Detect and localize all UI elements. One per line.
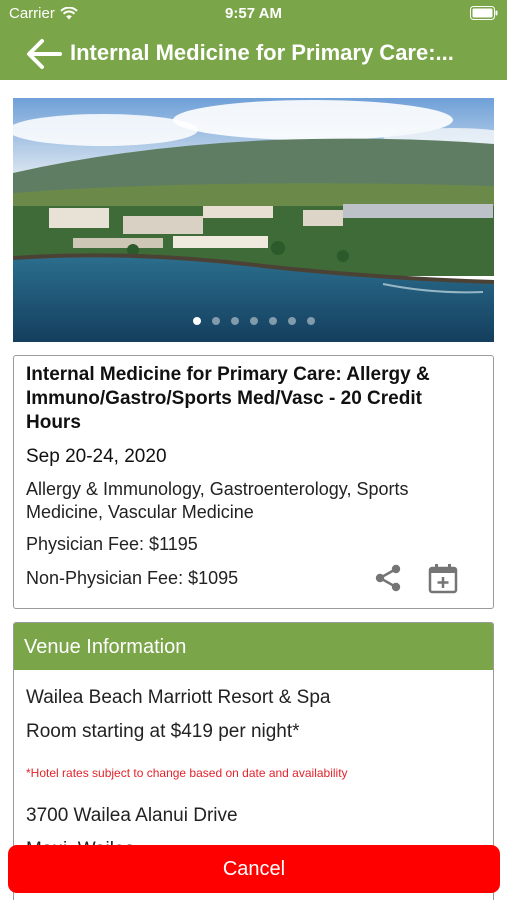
event-detail-screen: Carrier 9:57 AM Internal Medicine for Pr… xyxy=(0,0,507,900)
page-title: Internal Medicine for Primary Care:... xyxy=(70,40,454,65)
rate-disclaimer: *Hotel rates subject to change based on … xyxy=(26,766,348,780)
calendar-add-icon[interactable] xyxy=(427,562,459,594)
event-date: Sep 20-24, 2020 xyxy=(26,446,167,467)
battery-icon xyxy=(470,6,498,20)
carousel-dot[interactable] xyxy=(249,317,258,325)
nav-bar: Internal Medicine for Primary Care:... xyxy=(0,28,507,80)
event-specialties: Allergy & Immunology, Gastroenterology, … xyxy=(26,479,409,522)
carousel-dot[interactable] xyxy=(306,317,315,325)
top-bar: Carrier 9:57 AM Internal Medicine for Pr… xyxy=(0,0,507,80)
venue-address: 3700 Wailea Alanui Drive xyxy=(26,805,238,826)
cancel-button[interactable]: Cancel xyxy=(8,845,500,893)
carousel-dot[interactable] xyxy=(268,317,277,325)
carousel-dot[interactable] xyxy=(211,317,220,325)
carousel-dot[interactable] xyxy=(192,317,201,325)
carousel-dots xyxy=(13,317,494,325)
hero-carousel[interactable] xyxy=(13,98,494,342)
venue-name: Wailea Beach Marriott Resort & Spa xyxy=(26,687,331,708)
event-card: Internal Medicine for Primary Care: Alle… xyxy=(13,355,494,609)
carousel-dot[interactable] xyxy=(230,317,239,325)
carousel-dot[interactable] xyxy=(287,317,296,325)
venue-header: Venue Information xyxy=(14,623,493,670)
resort-photo xyxy=(13,98,494,342)
non-physician-fee: Non-Physician Fee: $1095 xyxy=(26,568,239,588)
physician-fee: Physician Fee: $1195 xyxy=(26,534,198,554)
room-rate: Room starting at $419 per night* xyxy=(26,721,300,742)
arrow-left-icon[interactable] xyxy=(24,36,64,72)
event-title: Internal Medicine for Primary Care: Alle… xyxy=(26,364,430,433)
share-icon[interactable] xyxy=(372,562,404,594)
clock: 9:57 AM xyxy=(225,5,282,22)
status-bar: Carrier 9:57 AM xyxy=(0,0,507,28)
